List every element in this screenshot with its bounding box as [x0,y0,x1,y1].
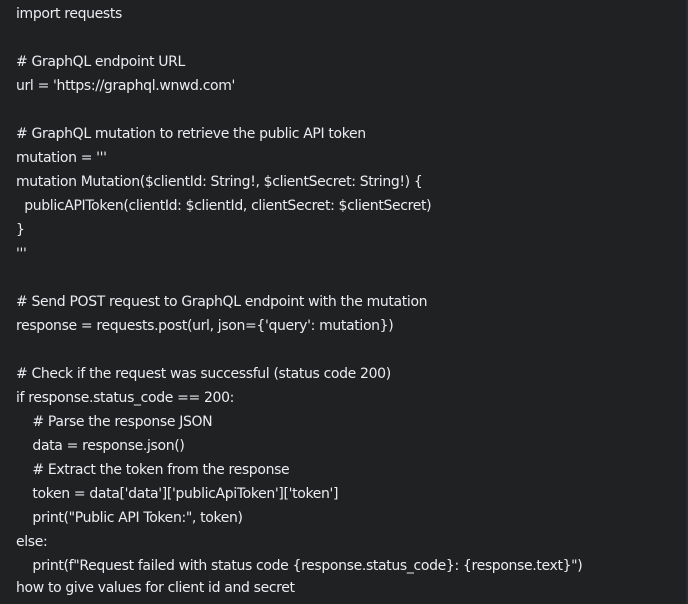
code-line: mutation = ''' [16,150,107,166]
code-line: url = 'https://graphql.wnwd.com' [16,78,236,94]
code-line: # Send POST request to GraphQL endpoint … [16,294,428,310]
code-line: } [16,222,25,238]
code-line: # Check if the request was successful (s… [16,366,391,382]
code-line: # GraphQL endpoint URL [16,54,185,70]
code-line: # Parse the response JSON [16,414,213,430]
code-line: mutation Mutation($clientId: String!, $c… [16,174,423,190]
code-line: # GraphQL mutation to retrieve the publi… [16,126,366,142]
code-line: else: [16,534,48,550]
code-line: data = response.json() [16,438,185,454]
code-line: import requests [16,6,122,22]
code-line: ''' [16,246,27,262]
code-line: response = requests.post(url, json={'que… [16,318,394,334]
code-line: print("Public API Token:", token) [16,510,243,526]
code-line: publicAPIToken(clientId: $clientId, clie… [16,198,432,214]
code-line: token = data['data']['publicApiToken']['… [16,486,339,502]
code-line: # Extract the token from the response [16,462,290,478]
chat-message: import requests # GraphQL endpoint URL u… [0,0,688,604]
code-block[interactable]: import requests # GraphQL endpoint URL u… [16,2,583,578]
code-line: if response.status_code == 200: [16,390,235,406]
user-question: how to give values for client id and sec… [16,580,295,596]
code-line: print(f"Request failed with status code … [16,558,583,574]
